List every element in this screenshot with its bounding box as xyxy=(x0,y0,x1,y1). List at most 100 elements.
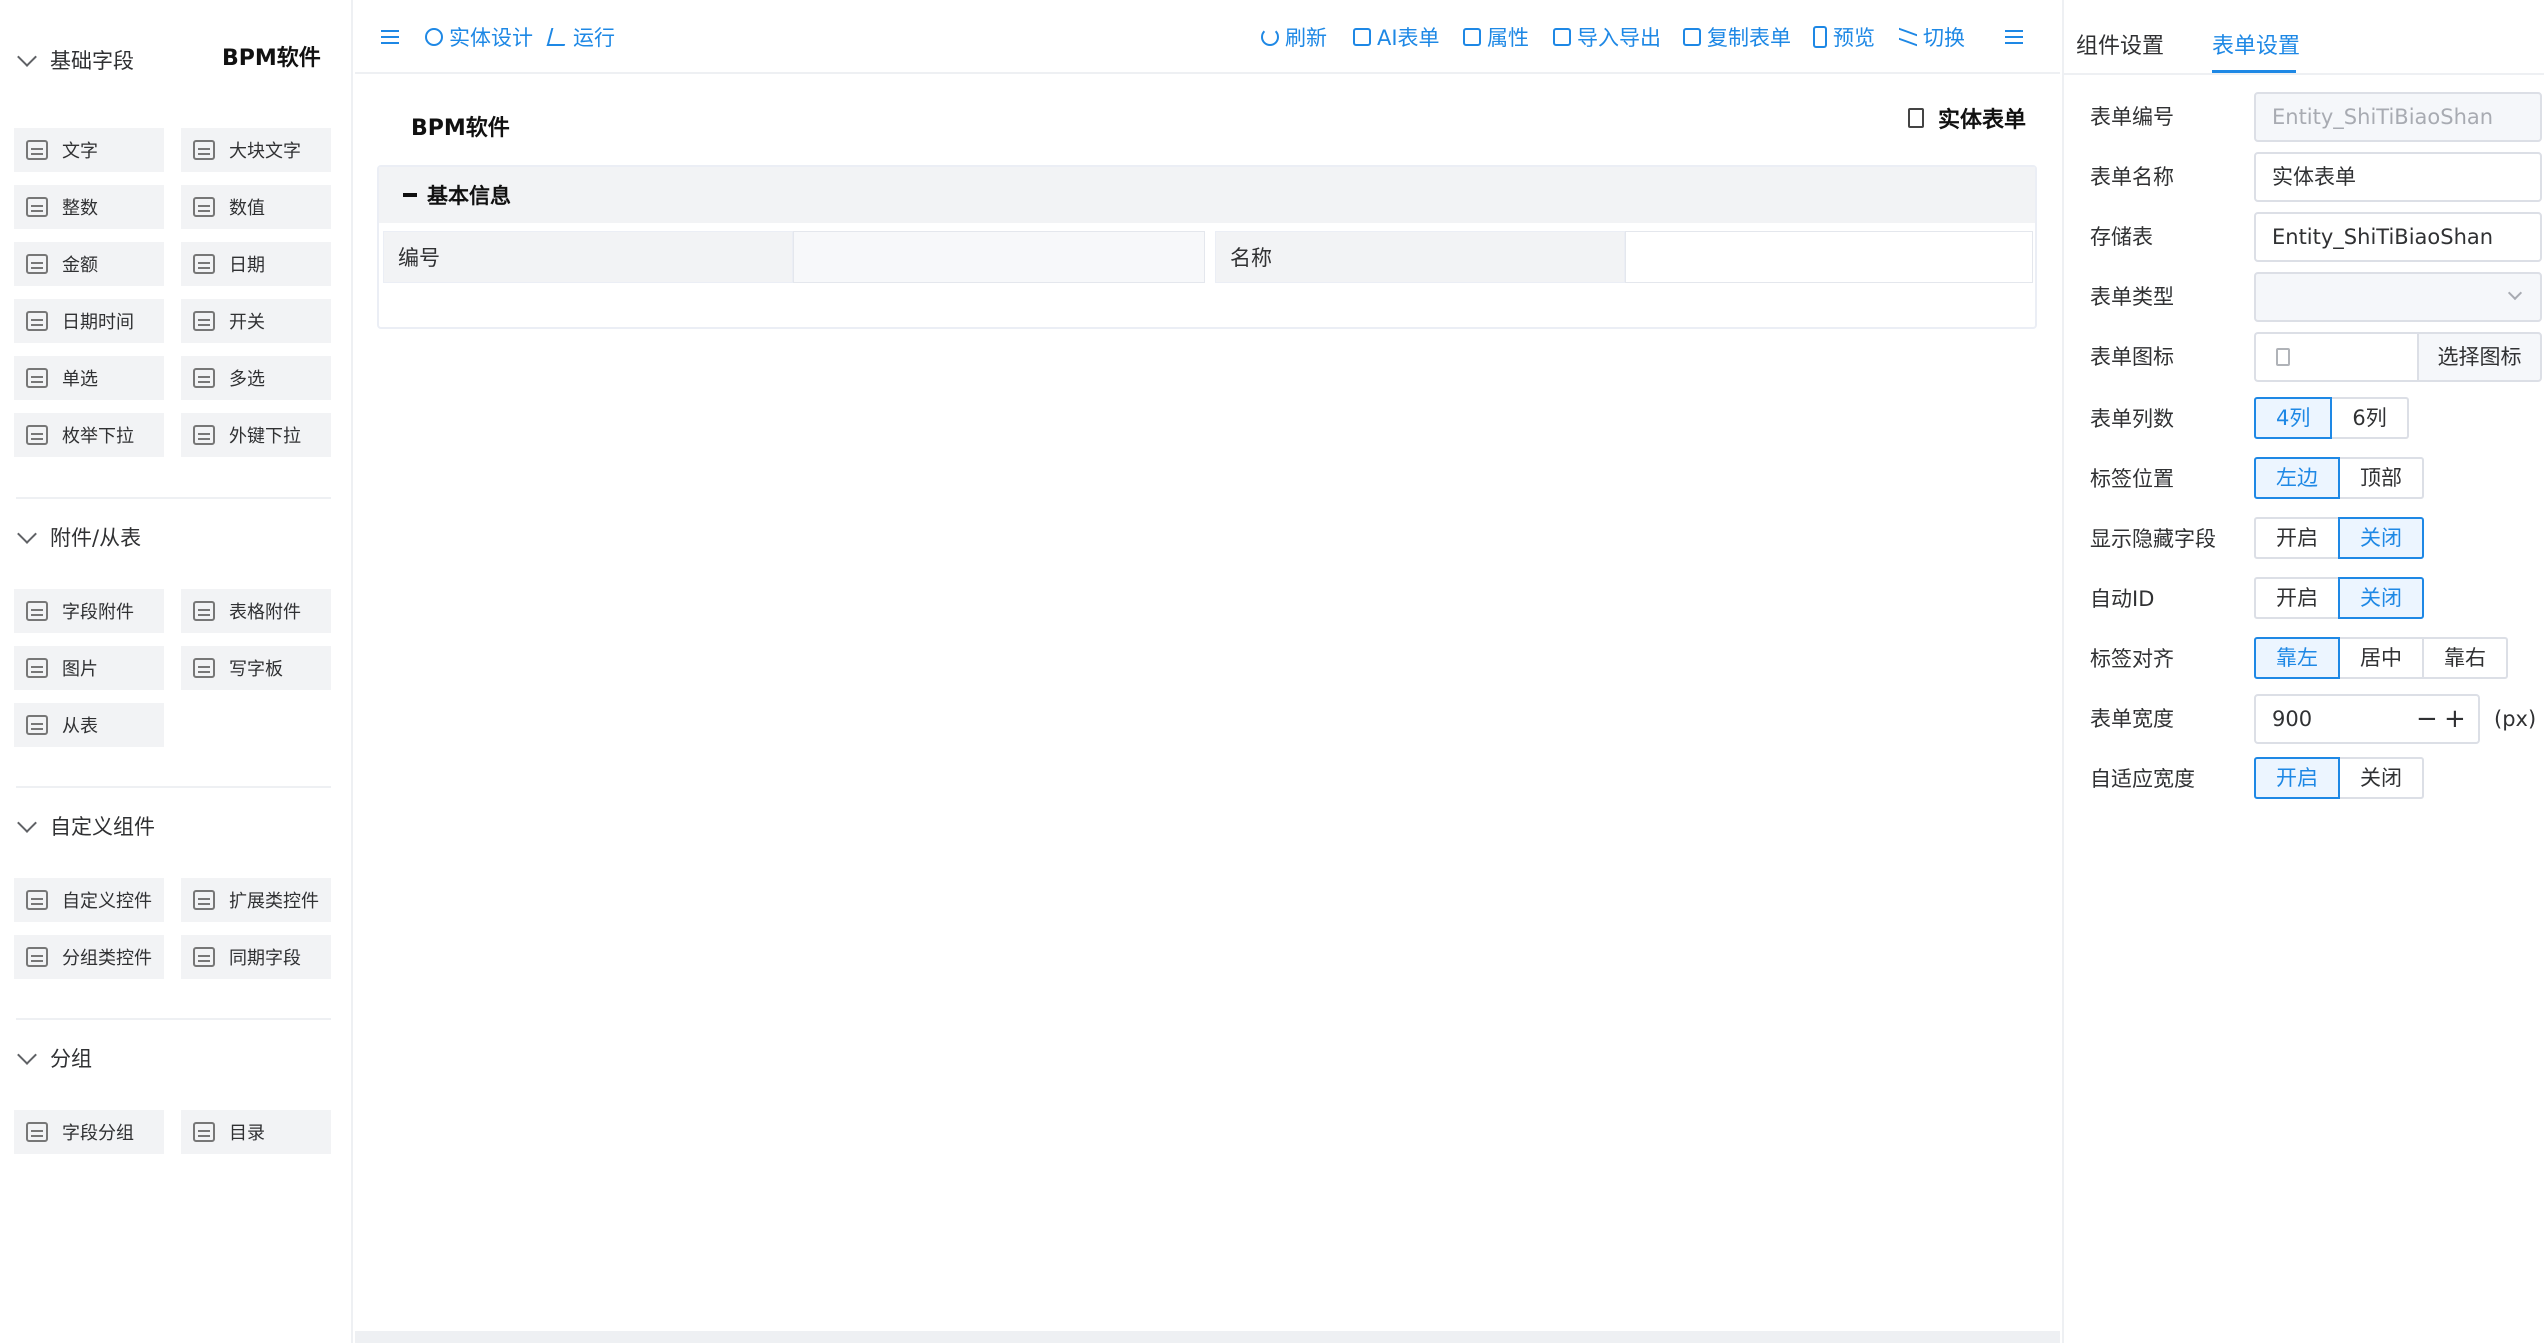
decrement-icon[interactable]: − xyxy=(2416,696,2438,742)
increment-icon[interactable]: + xyxy=(2444,696,2466,742)
comp-subtable[interactable]: 从表 xyxy=(14,703,164,747)
gear-icon xyxy=(425,28,443,46)
comp-datetime[interactable]: 日期时间 xyxy=(14,299,164,343)
form-type-select[interactable] xyxy=(2254,272,2542,322)
collapse-left-button[interactable] xyxy=(381,22,405,52)
show-hidden-off-option[interactable]: 关闭 xyxy=(2338,517,2424,559)
adaptive-on-option[interactable]: 开启 xyxy=(2254,757,2340,799)
preview-button[interactable]: 预览 xyxy=(1813,22,1875,52)
layout-icon xyxy=(26,947,48,967)
number-icon xyxy=(193,197,215,217)
button-label: 刷新 xyxy=(1285,26,1327,50)
width-value: 900 xyxy=(2272,707,2313,731)
tab-form-settings[interactable]: 表单设置 xyxy=(2212,28,2300,60)
columns-4-option[interactable]: 4列 xyxy=(2254,397,2333,439)
field-input-code[interactable] xyxy=(793,231,1205,283)
radio-list-icon xyxy=(26,368,48,388)
width-unit: (px) xyxy=(2494,707,2537,731)
comp-table-attachment[interactable]: 表格附件 xyxy=(181,589,331,633)
storage-table-input[interactable]: Entity_ShiTiBiaoShan xyxy=(2254,212,2542,262)
comp-large-text[interactable]: 大块文字 xyxy=(181,128,331,172)
form-width-input[interactable]: 900 − + xyxy=(2254,694,2480,744)
align-right-option[interactable]: 靠右 xyxy=(2422,637,2508,679)
money-icon xyxy=(26,254,48,274)
copy-icon xyxy=(1683,28,1701,46)
entity-design-button[interactable]: 实体设计 xyxy=(425,22,533,52)
show-hidden-on-option[interactable]: 开启 xyxy=(2254,517,2340,559)
columns-6-option[interactable]: 6列 xyxy=(2330,397,2409,439)
section-group[interactable]: 分组 xyxy=(16,1038,92,1078)
section-custom-components[interactable]: 自定义组件 xyxy=(16,806,155,846)
property-panel: 组件设置 表单设置 表单编号 Entity_ShiTiBiaoShan 表单名称… xyxy=(2062,0,2544,1343)
comp-custom-control[interactable]: 自定义控件 xyxy=(14,878,164,922)
comp-radio[interactable]: 单选 xyxy=(14,356,164,400)
horizontal-scrollbar[interactable] xyxy=(355,1331,2060,1343)
info-box-icon xyxy=(193,658,215,678)
align-left-option[interactable]: 靠左 xyxy=(2254,637,2340,679)
calendar-icon xyxy=(193,254,215,274)
comp-writing-board[interactable]: 写字板 xyxy=(181,646,331,690)
comp-extension-control[interactable]: 扩展类控件 xyxy=(181,878,331,922)
comp-number[interactable]: 数值 xyxy=(181,185,331,229)
button-label: 导入导出 xyxy=(1577,26,1661,50)
section-title: 基础字段 xyxy=(50,49,134,73)
collapse-right-button[interactable] xyxy=(2005,22,2029,52)
collapse-minus-icon[interactable] xyxy=(403,193,417,197)
comp-field-group[interactable]: 字段分组 xyxy=(14,1110,164,1154)
field-input-name[interactable] xyxy=(1625,231,2033,283)
label-top-option[interactable]: 顶部 xyxy=(2338,457,2424,499)
brand-title: BPM软件 xyxy=(222,46,321,71)
ai-form-button[interactable]: AI表单 xyxy=(1353,22,1440,52)
comp-directory[interactable]: 目录 xyxy=(181,1110,331,1154)
run-button[interactable]: 运行 xyxy=(546,22,615,52)
select-icon-button[interactable]: 选择图标 xyxy=(2417,332,2542,382)
prop-form-name: 表单名称 实体表单 xyxy=(2090,152,2542,202)
component-palette: 基础字段 BPM软件 文字 大块文字 整数 数值 金额 日期 日期时间 开关 单… xyxy=(0,0,353,1343)
prop-label: 表单列数 xyxy=(2090,407,2174,431)
field-row: 编号 名称 xyxy=(383,231,2033,285)
comp-amount[interactable]: 金额 xyxy=(14,242,164,286)
label-left-option[interactable]: 左边 xyxy=(2254,457,2340,499)
auto-id-off-option[interactable]: 关闭 xyxy=(2338,577,2424,619)
comp-label: 扩展类控件 xyxy=(229,891,319,912)
prop-label: 表单名称 xyxy=(2090,165,2174,189)
refresh-button[interactable]: 刷新 xyxy=(1261,22,1327,52)
field-label-code: 编号 xyxy=(383,231,793,283)
group-header[interactable]: 基本信息 xyxy=(379,167,2035,223)
app-root: 基础字段 BPM软件 文字 大块文字 整数 数值 金额 日期 日期时间 开关 单… xyxy=(0,0,2544,1343)
prop-auto-id: 自动ID 开启 关闭 xyxy=(2090,574,2540,624)
comp-date[interactable]: 日期 xyxy=(181,242,331,286)
comp-period-field[interactable]: 同期字段 xyxy=(181,935,331,979)
prop-label: 显示隐藏字段 xyxy=(2090,527,2216,551)
comp-checkbox[interactable]: 多选 xyxy=(181,356,331,400)
comp-fk-dropdown[interactable]: 外键下拉 xyxy=(181,413,331,457)
auto-id-on-option[interactable]: 开启 xyxy=(2254,577,2340,619)
prop-label: 标签位置 xyxy=(2090,467,2174,491)
designer-area: 实体设计 运行 刷新 AI表单 属性 导入导出 复制表单 预览 切换 BPM软件… xyxy=(355,0,2060,1343)
adaptive-off-option[interactable]: 关闭 xyxy=(2338,757,2424,799)
comp-field-attachment[interactable]: 字段附件 xyxy=(14,589,164,633)
properties-button[interactable]: 属性 xyxy=(1463,22,1529,52)
chevron-down-icon xyxy=(17,524,37,544)
section-attachments[interactable]: 附件/从表 xyxy=(16,517,141,557)
tab-component-settings[interactable]: 组件设置 xyxy=(2076,28,2164,60)
comp-label: 自定义控件 xyxy=(62,891,152,912)
section-basic-fields[interactable]: 基础字段 xyxy=(16,40,134,80)
comp-group-control[interactable]: 分组类控件 xyxy=(14,935,164,979)
field-group-basic-info[interactable]: 基本信息 编号 名称 xyxy=(377,165,2037,329)
copy-form-button[interactable]: 复制表单 xyxy=(1683,22,1791,52)
comp-image[interactable]: 图片 xyxy=(14,646,164,690)
form-code-input[interactable]: Entity_ShiTiBiaoShan xyxy=(2254,92,2542,142)
comp-switch[interactable]: 开关 xyxy=(181,299,331,343)
switch-button[interactable]: 切换 xyxy=(1899,22,1965,52)
align-center-option[interactable]: 居中 xyxy=(2338,637,2424,679)
form-name-input[interactable]: 实体表单 xyxy=(2254,152,2542,202)
comp-integer[interactable]: 整数 xyxy=(14,185,164,229)
prop-label: 表单图标 xyxy=(2090,345,2174,369)
button-label: 切换 xyxy=(1923,26,1965,50)
calendar-clock-icon xyxy=(26,311,48,331)
comp-enum-dropdown[interactable]: 枚举下拉 xyxy=(14,413,164,457)
comp-text[interactable]: 文字 xyxy=(14,128,164,172)
comp-label: 字段附件 xyxy=(62,602,134,623)
import-export-button[interactable]: 导入导出 xyxy=(1553,22,1661,52)
